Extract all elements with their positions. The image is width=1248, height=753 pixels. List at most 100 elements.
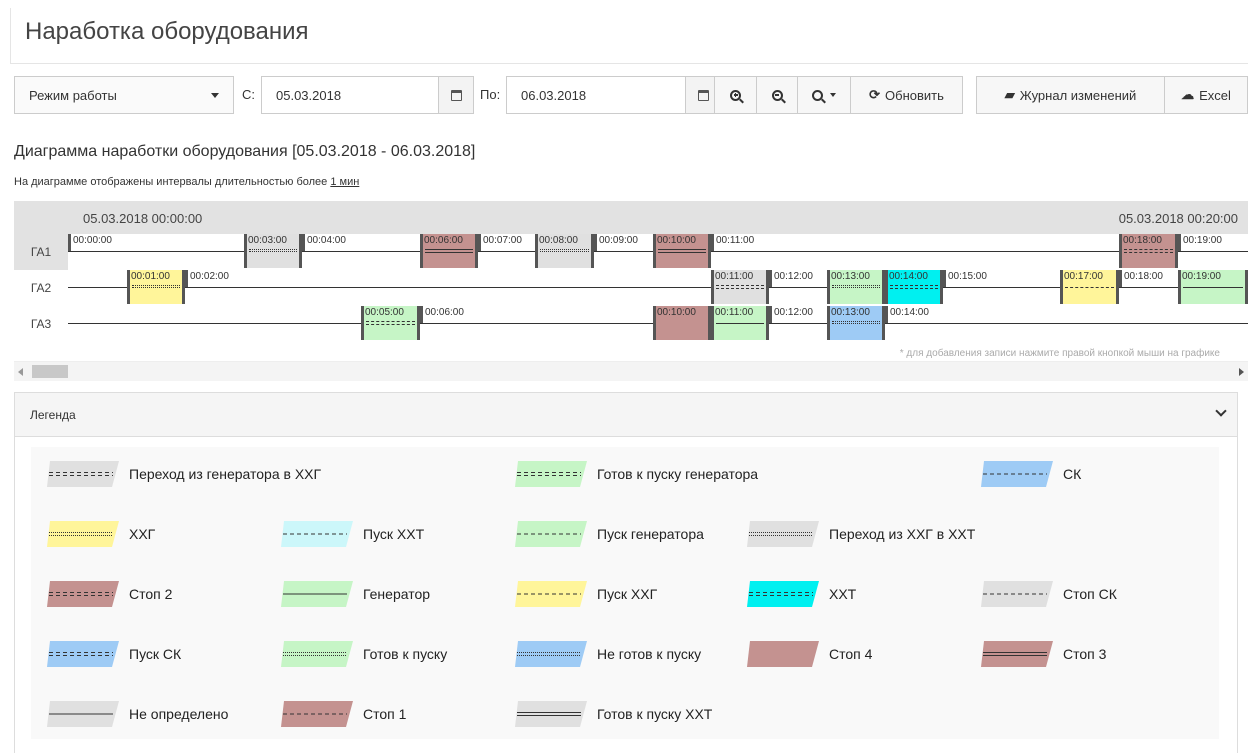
gantt-interval[interactable]: 00:14:00 [885,270,943,304]
gantt-row[interactable]: 00:00:00 00:03:00 00:04:00 00:06:00 00:07:00… [68,234,1248,268]
legend-body: Переход из генератора в ХХГ Готов к пуску… [31,447,1219,739]
legend-swatch [47,521,119,547]
to-date-value: 06.03.2018 [521,87,587,103]
gantt-time-label: 00:14:00 [889,271,928,282]
gantt-interval[interactable]: 00:11:00 [711,306,769,340]
legend-label: Генератор [363,586,431,602]
from-calendar-button[interactable] [438,76,474,114]
zoom-menu-button[interactable] [797,76,851,114]
gantt-interval[interactable]: 00:10:00 [653,306,711,340]
legend-label: Стоп СК [1063,586,1117,602]
mode-select[interactable]: Режим работы [14,76,234,114]
gantt-row[interactable]: 00:01:00 00:02:00 00:11:00 00:12:00 00:13:00… [68,270,1248,304]
to-date-input[interactable]: 06.03.2018 [506,76,686,114]
toolbar: Режим работы С: 05.03.2018 По: 06.03.201… [14,76,1248,114]
gantt-tick: 00:15:00 [943,270,987,287]
gantt-interval[interactable]: 00:01:00 [127,270,185,304]
horizontal-scrollbar[interactable] [14,361,1248,381]
chevron-down-icon[interactable] [1215,405,1227,417]
legend-swatch [515,701,587,727]
gantt-interval[interactable]: 00:03:00 [244,234,302,268]
scroll-right-icon[interactable] [1239,368,1244,376]
chart-note: На диаграмме отображены интервалы длител… [14,176,359,188]
book-icon: ▰ [1004,87,1015,102]
legend-swatch [747,641,819,667]
legend-item: Стоп 3 [981,637,1106,671]
chart-note-text: На диаграмме отображены интервалы длител… [14,176,331,188]
journal-label: Журнал изменений [1019,87,1137,103]
legend-label: Пуск ХХГ [597,586,658,602]
legend-title: Легенда [30,408,76,422]
scroll-thumb[interactable] [32,365,68,378]
legend-label: ХХГ [129,526,156,542]
gantt-interval[interactable]: 00:13:00 [827,270,885,304]
gantt-interval[interactable]: 00:05:00 [361,306,420,340]
legend-label: Готов к пуску [363,646,448,662]
page-header: Наработка оборудования [10,8,1248,64]
legend-item: Готов к пуску ХХТ [515,697,712,731]
gantt-time-label: 00:04:00 [307,235,346,246]
gantt-time-label: 00:19:00 [1182,271,1221,282]
legend-label: Стоп 1 [363,706,407,722]
legend-label: Пуск генератора [597,526,704,542]
gantt-interval[interactable]: 00:06:00 [420,234,478,268]
gantt-tick: 00:00:00 [68,234,112,251]
excel-button[interactable]: ☁ Excel [1164,76,1248,114]
legend-swatch [281,521,353,547]
gantt-hint: * для добавления записи нажмите правой к… [899,348,1220,359]
scroll-left-icon[interactable] [18,368,23,376]
gantt-time-label: 00:09:00 [599,235,638,246]
legend-item: Пуск СК [47,637,181,671]
gantt-interval[interactable]: 00:11:00 [711,270,769,304]
legend-label: Пуск ХХТ [363,526,425,542]
legend-panel: Легенда Переход из генератора в ХХГ Готов… [14,392,1238,753]
legend-item: Пуск ХХТ [281,517,424,551]
legend-header[interactable]: Легенда [15,393,1237,437]
gantt-time-label: 00:06:00 [425,307,464,318]
gantt-time-label: 00:00:00 [73,235,112,246]
gantt-interval[interactable]: 00:10:00 [653,234,711,268]
gantt-interval[interactable]: 00:17:00 [1060,270,1119,304]
gantt-interval[interactable]: 00:19:00 [1178,270,1248,304]
gantt-rows[interactable]: 00:00:00 00:03:00 00:04:00 00:06:00 00:07:00… [68,234,1248,342]
gantt-time-label: 00:11:00 [716,235,755,246]
legend-item: Готов к пуску генератора [515,457,758,491]
gantt-interval[interactable]: 00:08:00 [535,234,594,268]
legend-swatch [515,521,587,547]
mode-select-label: Режим работы [29,87,117,103]
row-label-ga1[interactable]: ГА1 [14,234,68,270]
zoom-in-button[interactable] [714,76,757,114]
legend-item: Стоп 4 [747,637,872,671]
refresh-icon: ⟳ [869,87,881,102]
gantt-row-labels: ГА1 ГА2 ГА3 [14,234,68,342]
from-date-input[interactable]: 05.03.2018 [261,76,439,114]
gantt-tick: 00:12:00 [769,306,813,323]
gantt-time-label: 00:18:00 [1124,271,1163,282]
legend-label: Не готов к пуску [597,646,702,662]
to-label: По: [480,87,501,102]
refresh-button[interactable]: ⟳ Обновить [850,76,963,114]
legend-label: СК [1063,466,1082,482]
gantt-interval[interactable]: 00:18:00 [1119,234,1178,268]
gantt-time-label: 00:03:00 [248,235,287,246]
legend-label: Стоп 3 [1063,646,1107,662]
gantt-end-time: 05.03.2018 00:20:00 [1118,211,1238,226]
gantt-interval[interactable]: 00:13:00 [827,306,885,340]
gantt-chart[interactable]: 05.03.2018 00:00:00 05.03.2018 00:20:00 … [14,201,1248,381]
legend-item: СК [981,457,1081,491]
row-label-ga2[interactable]: ГА2 [14,270,68,306]
legend-swatch [515,641,587,667]
legend-item: Генератор [281,577,430,611]
journal-button[interactable]: ▰ Журнал изменений [976,76,1165,114]
gantt-tick: 00:19:00 [1178,234,1222,251]
legend-item: Стоп СК [981,577,1117,611]
from-date-value: 05.03.2018 [276,87,342,103]
gantt-row[interactable]: 00:05:00 00:06:00 00:10:00 00:11:00 00:12:00… [68,306,1248,340]
zoom-out-button[interactable] [756,76,798,114]
legend-swatch [981,581,1053,607]
legend-item: Стоп 2 [47,577,172,611]
gantt-time-label: 00:07:00 [483,235,522,246]
min-duration-link[interactable]: 1 мин [330,176,359,188]
legend-swatch [47,701,119,727]
row-label-ga3[interactable]: ГА3 [14,306,68,342]
